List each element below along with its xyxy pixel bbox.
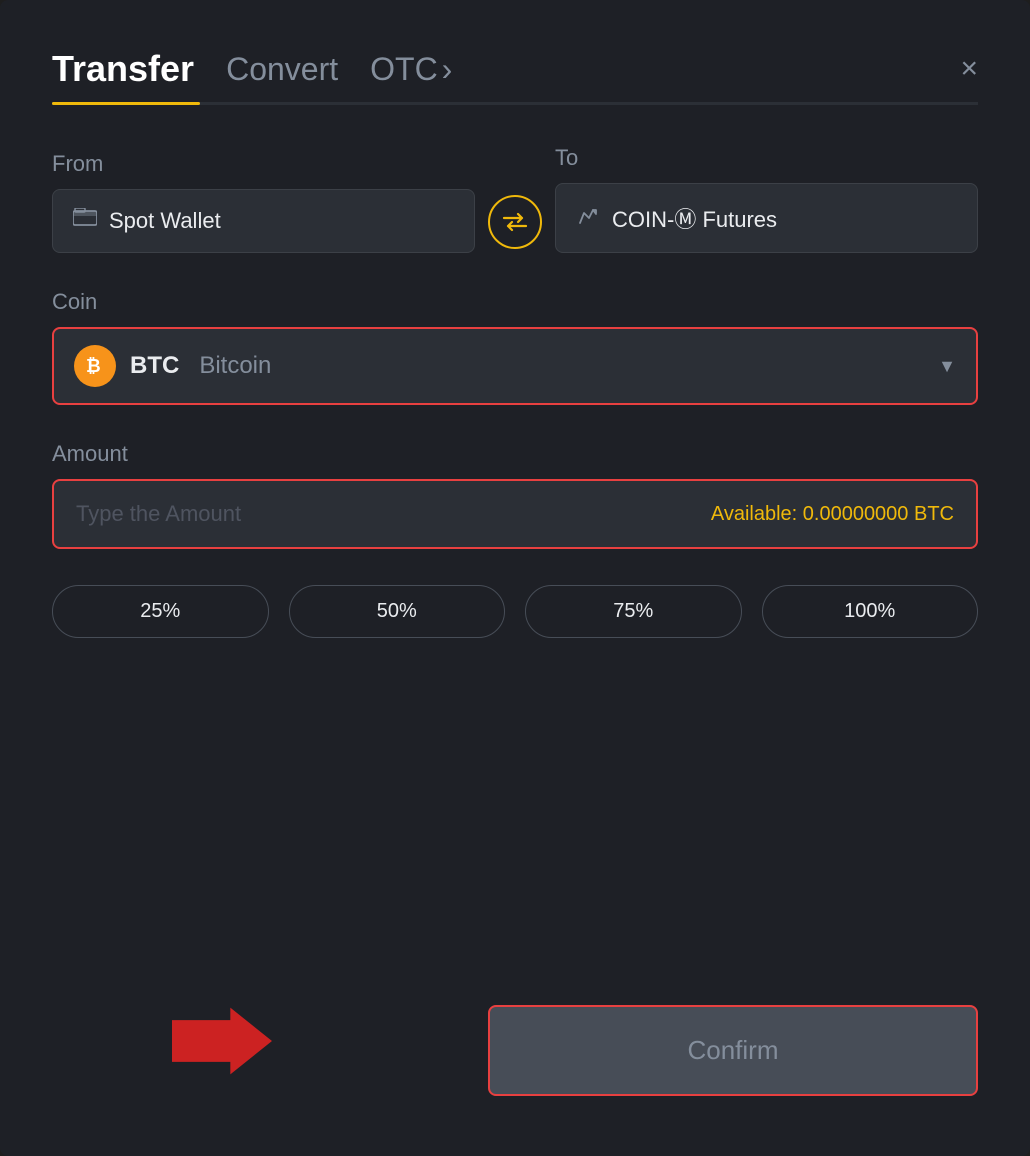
svg-text:₿: ₿ [86,356,101,376]
available-value: 0.00000000 BTC [803,503,954,525]
to-label: To [555,145,978,171]
amount-box: Type the Amount Available: 0.00000000 BT… [52,479,978,549]
tab-underline-container [52,102,978,105]
arrow-container [172,1001,272,1086]
btc-icon: ₿ [74,345,116,387]
percent-75-button[interactable]: 75% [525,585,742,638]
to-wallet-selector[interactable]: COIN-Ⓜ Futures [555,183,978,253]
percent-100-button[interactable]: 100% [762,585,979,638]
amount-label: Amount [52,441,978,467]
from-column: From Spot Wallet [52,151,475,253]
wallet-icon [73,208,97,234]
tab-convert[interactable]: Convert [226,51,338,88]
percent-row: 25% 50% 75% 100% [52,585,978,638]
coin-chevron-icon: ▼ [938,356,956,377]
bottom-area: Confirm [52,1005,978,1096]
futures-icon [576,203,600,233]
amount-placeholder: Type the Amount [76,501,241,527]
from-label: From [52,151,475,177]
coin-label: Coin [52,289,978,315]
from-to-row: From Spot Wallet [52,145,978,253]
from-to-section: From Spot Wallet [52,145,978,253]
close-button[interactable]: × [960,54,978,84]
confirm-button[interactable]: Confirm [488,1005,978,1096]
arrow-icon [172,1001,272,1081]
swap-btn-container [475,195,555,253]
to-column: To COIN-Ⓜ Futures [555,145,978,253]
percent-25-button[interactable]: 25% [52,585,269,638]
amount-available: Available: 0.00000000 BTC [711,503,954,526]
tab-underline-active [52,102,200,105]
coin-selector[interactable]: ₿ BTC Bitcoin ▼ [52,327,978,405]
transfer-modal: Transfer Convert OTC › × From [0,0,1030,1156]
swap-button[interactable] [488,195,542,249]
amount-section: Amount Type the Amount Available: 0.0000… [52,441,978,549]
from-wallet-name: Spot Wallet [109,208,221,234]
coin-full-name: Bitcoin [199,352,271,380]
percent-50-button[interactable]: 50% [289,585,506,638]
tab-otc[interactable]: OTC › [370,51,452,88]
from-wallet-selector[interactable]: Spot Wallet [52,189,475,253]
tab-transfer[interactable]: Transfer [52,48,194,90]
coin-symbol: BTC [130,352,179,380]
coin-section: Coin ₿ BTC Bitcoin ▼ [52,289,978,405]
modal-header: Transfer Convert OTC › × [52,48,978,90]
to-wallet-name: COIN-Ⓜ Futures [612,202,777,234]
